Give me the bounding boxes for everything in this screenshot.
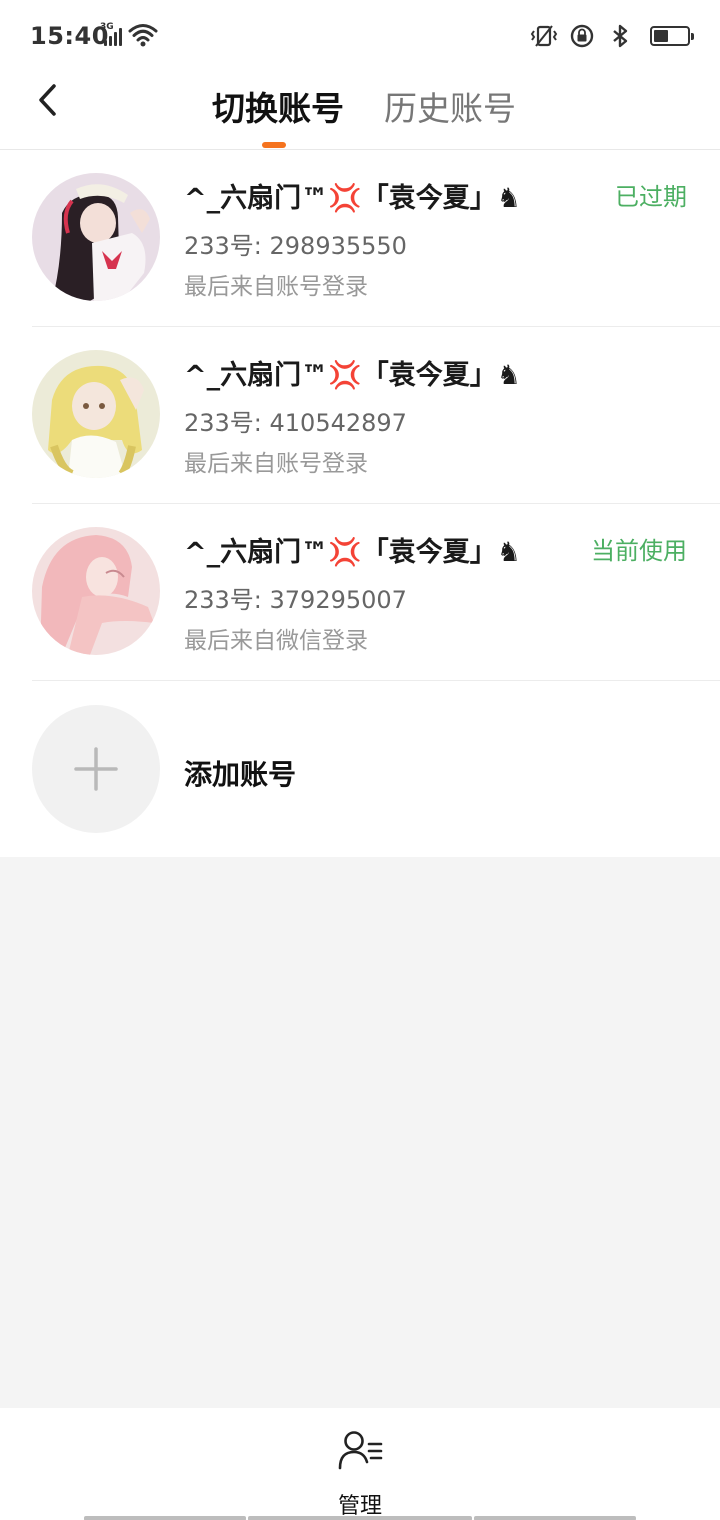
- avatar: [32, 173, 160, 301]
- account-list: ^_六扇门™💢「袁今夏」♞ 233号: 298935550 最后来自账号登录 已…: [0, 150, 720, 857]
- bluetooth-icon: [613, 24, 628, 48]
- back-arrow-icon[interactable]: [28, 78, 72, 122]
- battery-icon: [650, 26, 694, 46]
- add-account-button[interactable]: [32, 705, 160, 833]
- wifi-icon: [128, 24, 158, 47]
- tab-indicator: [262, 142, 286, 148]
- account-name: ^_六扇门™💢「袁今夏」♞: [184, 360, 521, 391]
- avatar: [32, 527, 160, 655]
- vibrate-icon: [530, 25, 558, 47]
- add-account-label: 添加账号: [184, 758, 297, 791]
- status-time: 15:40: [30, 22, 109, 50]
- manage-button[interactable]: 管理: [322, 1422, 398, 1519]
- status-bar: 15:40 3G: [0, 0, 720, 68]
- tab-switch-account[interactable]: 切换账号: [212, 82, 344, 130]
- avatar: [32, 350, 160, 478]
- account-login-source: 最后来自微信登录: [184, 628, 368, 654]
- rotation-lock-icon: [570, 24, 594, 48]
- signal-icon: 3G: [100, 22, 124, 48]
- system-nav-bar: [84, 1516, 636, 1520]
- account-id: 233号: 410542897: [184, 409, 407, 437]
- nav-back-bar[interactable]: [474, 1516, 636, 1520]
- account-row[interactable]: ^_六扇门™💢「袁今夏」♞ 233号: 410542897 最后来自账号登录: [0, 327, 720, 504]
- account-id: 233号: 379295007: [184, 586, 407, 614]
- user-manage-icon: [338, 1431, 383, 1470]
- bottom-bar: 管理: [0, 1408, 720, 1520]
- plus-icon: [74, 747, 118, 791]
- account-name: ^_六扇门™💢「袁今夏」♞: [184, 537, 521, 568]
- header: 切换账号 历史账号: [0, 68, 720, 150]
- status-badge: 当前使用: [591, 537, 687, 565]
- status-badge: 已过期: [615, 183, 687, 211]
- account-row[interactable]: ^_六扇门™💢「袁今夏」♞ 233号: 298935550 最后来自账号登录 已…: [0, 150, 720, 327]
- network-type: 3G: [100, 22, 114, 32]
- add-account-row[interactable]: 添加账号: [0, 681, 720, 857]
- nav-recents-bar[interactable]: [84, 1516, 246, 1520]
- account-row[interactable]: ^_六扇门™💢「袁今夏」♞ 233号: 379295007 最后来自微信登录 当…: [0, 504, 720, 681]
- nav-home-bar[interactable]: [248, 1516, 472, 1520]
- account-login-source: 最后来自账号登录: [184, 451, 368, 477]
- account-id: 233号: 298935550: [184, 232, 407, 260]
- tab-history-account[interactable]: 历史账号: [384, 82, 516, 130]
- account-name: ^_六扇门™💢「袁今夏」♞: [184, 183, 521, 214]
- account-login-source: 最后来自账号登录: [184, 274, 368, 300]
